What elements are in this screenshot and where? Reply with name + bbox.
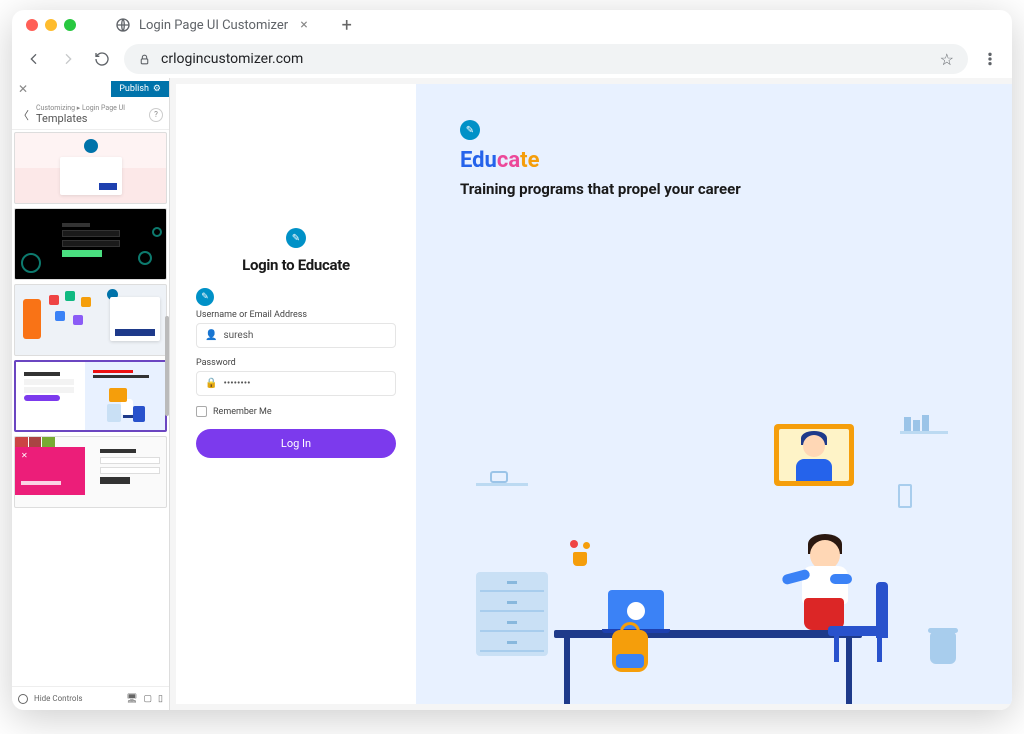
template-list[interactable] (12, 130, 169, 686)
hero-illustration (476, 414, 962, 674)
tab-title: Login Page UI Customizer (139, 18, 288, 33)
mobile-preview-icon[interactable]: ▯ (158, 694, 163, 704)
preview-pane: ✎ Login to Educate ✎ Username or Email A… (170, 78, 1012, 710)
browser-tab[interactable]: Login Page UI Customizer × (103, 13, 324, 37)
user-icon: 👤 (205, 330, 217, 341)
hero-subtitle: Training programs that propel your caree… (460, 179, 760, 199)
login-panel: ✎ Login to Educate ✎ Username or Email A… (176, 84, 416, 704)
bookmark-icon[interactable]: ☆ (940, 50, 954, 69)
customizer-header: 〈 Customizing ▸ Login Page UI Templates … (12, 100, 169, 130)
login-title: Login to Educate (242, 256, 350, 274)
tab-strip: Login Page UI Customizer × + (103, 13, 360, 37)
username-value: suresh (223, 330, 253, 341)
customizer-footer: Hide Controls 🖥 ▢ ▯ (12, 686, 169, 710)
menu-button[interactable] (978, 47, 1002, 71)
window-maximize-dot[interactable] (64, 19, 76, 31)
tablet-preview-icon[interactable]: ▢ (144, 694, 153, 704)
help-icon[interactable]: ? (149, 108, 163, 122)
back-button[interactable] (22, 47, 46, 71)
password-label: Password (196, 358, 396, 368)
customizer-panel: ✕ Publish ⚙ 〈 Customizing ▸ Login Page U… (12, 78, 170, 710)
reload-button[interactable] (90, 47, 114, 71)
new-tab-button[interactable]: + (334, 15, 360, 36)
username-label: Username or Email Address (196, 310, 396, 320)
address-bar: crlogincustomizer.com ☆ (12, 40, 1012, 78)
globe-icon (115, 17, 131, 33)
lock-icon (138, 53, 151, 66)
scrollbar-thumb[interactable] (165, 316, 169, 416)
publish-label: Publish (119, 84, 149, 94)
titlebar: Login Page UI Customizer × + (12, 10, 1012, 40)
customizer-topbar: ✕ Publish ⚙ (12, 78, 169, 100)
browser-window: Login Page UI Customizer × + crlogincust… (12, 10, 1012, 710)
remember-label: Remember Me (213, 407, 272, 417)
section-title: Templates (36, 112, 149, 125)
edit-form-shortcut[interactable]: ✎ (196, 288, 214, 306)
hero-title-part-3: te (520, 148, 539, 173)
gear-icon: ⚙ (153, 84, 161, 94)
template-thumb-3[interactable] (14, 284, 167, 356)
remember-row[interactable]: Remember Me (196, 406, 396, 417)
login-form: ✎ Username or Email Address 👤 suresh Pas… (196, 288, 396, 458)
close-customizer-button[interactable]: ✕ (12, 82, 34, 96)
edit-hero-shortcut[interactable]: ✎ (460, 120, 480, 140)
section-heading: Customizing ▸ Login Page UI Templates (36, 104, 149, 125)
hero-title-part-2: ca (497, 148, 520, 173)
template-thumb-2[interactable] (14, 208, 167, 280)
url-field[interactable]: crlogincustomizer.com ☆ (124, 44, 968, 74)
url-text: crlogincustomizer.com (161, 51, 303, 67)
template-thumb-4-selected[interactable] (14, 360, 167, 432)
lock-icon: 🔒 (205, 378, 217, 389)
publish-button[interactable]: Publish ⚙ (111, 81, 169, 97)
template-thumb-5[interactable] (14, 436, 167, 508)
password-value: •••••••• (223, 378, 250, 389)
template-thumb-1[interactable] (14, 132, 167, 204)
tab-close-icon[interactable]: × (296, 17, 311, 33)
collapse-icon[interactable] (18, 694, 28, 704)
edit-title-shortcut[interactable]: ✎ (286, 228, 306, 248)
forward-button[interactable] (56, 47, 80, 71)
hide-controls-link[interactable]: Hide Controls (34, 694, 120, 703)
username-input[interactable]: 👤 suresh (196, 323, 396, 348)
window-close-dot[interactable] (26, 19, 38, 31)
breadcrumb: Customizing ▸ Login Page UI (36, 104, 149, 112)
login-button-label: Log In (281, 437, 311, 450)
window-minimize-dot[interactable] (45, 19, 57, 31)
login-button[interactable]: Log In (196, 429, 396, 458)
hero-title: Educate (460, 148, 968, 173)
password-input[interactable]: 🔒 •••••••• (196, 371, 396, 396)
back-section-button[interactable]: 〈 (18, 107, 36, 123)
desktop-preview-icon[interactable]: 🖥 (126, 694, 137, 704)
page-content: ✕ Publish ⚙ 〈 Customizing ▸ Login Page U… (12, 78, 1012, 710)
hero-title-part-1: Edu (460, 148, 497, 173)
hero-panel: ✎ Educate Training programs that propel … (416, 84, 1012, 704)
remember-checkbox[interactable] (196, 406, 207, 417)
